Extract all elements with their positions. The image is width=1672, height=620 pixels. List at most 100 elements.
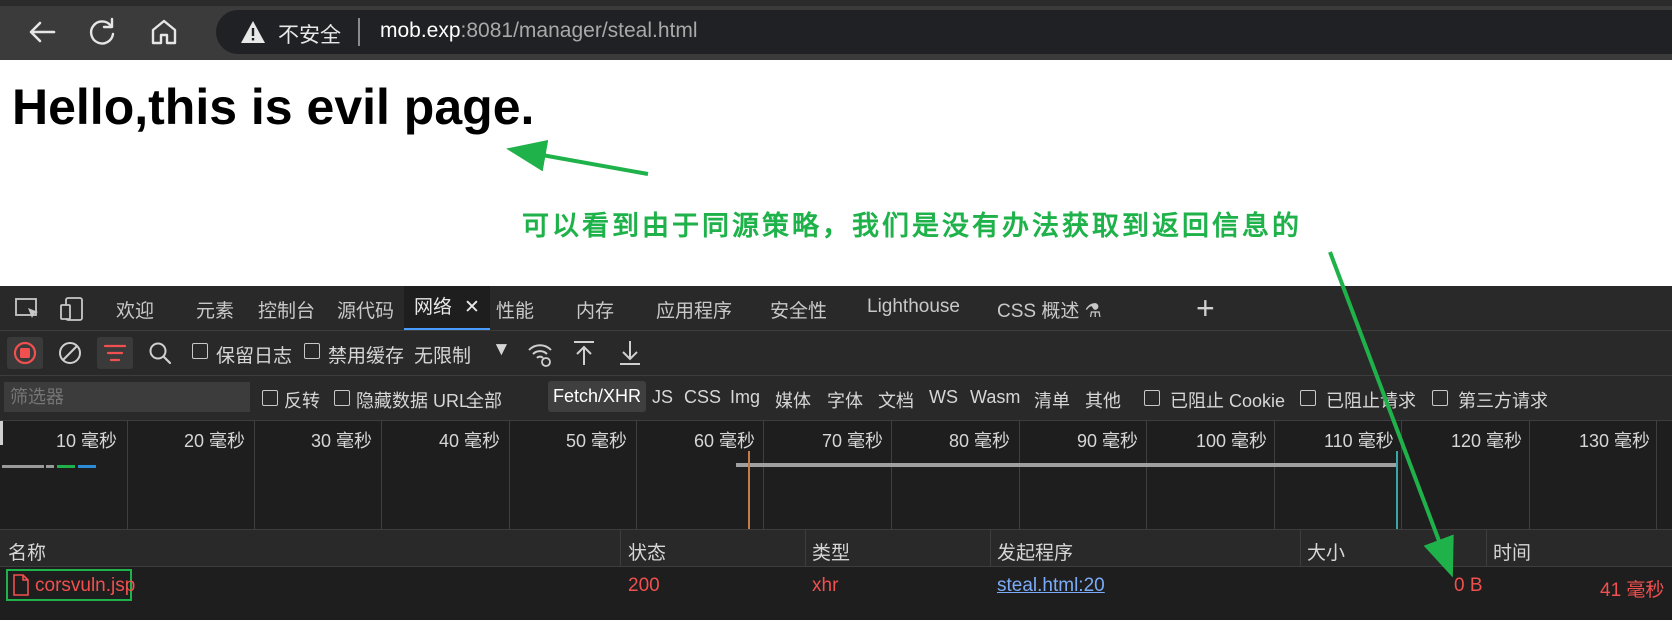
timeline-tick-label: 20 毫秒 bbox=[184, 431, 246, 451]
blocked-cookies-label: 已阻止 Cookie bbox=[1170, 391, 1286, 411]
type-filter-img[interactable]: Img bbox=[730, 387, 760, 408]
url-path: :8081/manager/steal.html bbox=[460, 19, 698, 42]
blocked-requests-label: 已阻止请求 bbox=[1326, 391, 1416, 411]
column-header-type[interactable]: 类型 bbox=[812, 538, 850, 565]
device-toolbar-icon[interactable] bbox=[58, 296, 86, 322]
tab-console[interactable]: 控制台 bbox=[258, 296, 315, 323]
type-filter-manifest[interactable]: 清单 bbox=[1034, 387, 1070, 413]
type-filter-ws[interactable]: WS bbox=[929, 387, 958, 408]
timeline-gridline bbox=[1019, 421, 1020, 529]
column-header-size[interactable]: 大小 bbox=[1307, 538, 1345, 565]
third-party-checkbox[interactable] bbox=[1432, 390, 1448, 406]
address-bar[interactable]: 不安全 mob.exp:8081/manager/steal.html bbox=[216, 10, 1672, 54]
tab-performance[interactable]: 性能 bbox=[496, 296, 534, 323]
tab-elements[interactable]: 元素 bbox=[196, 296, 234, 323]
warning-icon[interactable] bbox=[240, 20, 266, 44]
page-heading: Hello,this is evil page. bbox=[12, 79, 535, 135]
timeline-gridline bbox=[891, 421, 892, 529]
timeline-tick-label: 60 毫秒 bbox=[694, 431, 756, 451]
type-filter-fetch-xhr[interactable]: Fetch/XHR bbox=[548, 381, 647, 412]
network-conditions-icon[interactable] bbox=[522, 337, 558, 369]
back-icon[interactable] bbox=[24, 14, 60, 50]
type-filter-doc[interactable]: 文档 bbox=[878, 387, 914, 413]
hide-data-urls-checkbox[interactable] bbox=[334, 390, 350, 406]
url-text[interactable]: mob.exp:8081/manager/steal.html bbox=[380, 19, 698, 43]
column-header-status[interactable]: 状态 bbox=[628, 538, 666, 565]
timeline-gridline bbox=[127, 421, 128, 529]
more-tabs-plus-icon[interactable]: + bbox=[1196, 290, 1215, 327]
close-tab-icon[interactable]: ✕ bbox=[464, 297, 480, 318]
timeline-bar-green bbox=[57, 465, 75, 468]
request-initiator-link[interactable]: steal.html:20 bbox=[997, 575, 1105, 597]
import-har-icon[interactable] bbox=[566, 337, 602, 369]
filter-input[interactable] bbox=[4, 382, 250, 412]
preserve-log-label: 保留日志 bbox=[216, 346, 293, 367]
annotation-text: 可以看到由于同源策略，我们是没有办法获取到返回信息的 bbox=[522, 211, 1302, 242]
type-filter-other[interactable]: 其他 bbox=[1085, 387, 1121, 413]
type-filter-wasm[interactable]: Wasm bbox=[970, 387, 1020, 408]
request-name[interactable]: corsvuln.jsp bbox=[35, 575, 135, 597]
tab-network-label: 网络 bbox=[414, 297, 453, 318]
timeline-tick-label: 10 毫秒 bbox=[56, 431, 118, 451]
disable-cache-checkbox[interactable] bbox=[304, 343, 320, 359]
hide-data-urls-label: 隐藏数据 URL bbox=[356, 391, 470, 411]
timeline-gridline bbox=[763, 421, 764, 529]
network-toolbar: 保留日志 禁用缓存 无限制 ▼ bbox=[0, 331, 1672, 376]
tab-lighthouse[interactable]: Lighthouse bbox=[867, 296, 960, 318]
domcontentloaded-marker bbox=[748, 451, 750, 529]
throttling-select[interactable]: 无限制 bbox=[414, 341, 471, 368]
request-status: 200 bbox=[628, 575, 660, 596]
search-icon[interactable] bbox=[142, 337, 178, 369]
record-stop-icon[interactable] bbox=[7, 337, 43, 369]
column-header-time[interactable]: 时间 bbox=[1493, 538, 1531, 565]
type-filter-media[interactable]: 媒体 bbox=[775, 387, 811, 413]
tab-sources[interactable]: 源代码 bbox=[337, 296, 394, 323]
tab-css-overview[interactable]: CSS 概述 ⚗ bbox=[997, 296, 1102, 323]
timeline-gridline bbox=[509, 421, 510, 529]
filter-icon[interactable] bbox=[97, 337, 133, 369]
type-filter-font[interactable]: 字体 bbox=[827, 387, 863, 413]
tab-memory[interactable]: 内存 bbox=[576, 296, 614, 323]
tab-welcome[interactable]: 欢迎 bbox=[116, 296, 154, 323]
table-row[interactable]: corsvuln.jsp 200 xhr steal.html:20 0 B 4… bbox=[0, 567, 1672, 620]
timeline-tick-label: 90 毫秒 bbox=[1077, 431, 1139, 451]
timeline-gridline bbox=[1401, 421, 1402, 529]
type-filter-all[interactable]: 全部 bbox=[466, 387, 502, 413]
blocked-requests-checkbox[interactable] bbox=[1300, 390, 1316, 406]
timeline-gridline bbox=[381, 421, 382, 529]
timeline-tick-label: 70 毫秒 bbox=[822, 431, 884, 451]
browser-toolbar: 不安全 mob.exp:8081/manager/steal.html bbox=[0, 0, 1672, 60]
export-har-icon[interactable] bbox=[612, 337, 648, 369]
tab-security[interactable]: 安全性 bbox=[770, 296, 827, 323]
type-filter-js[interactable]: JS bbox=[652, 387, 673, 408]
request-type: xhr bbox=[812, 575, 839, 596]
request-table-header: 名称 状态 类型 发起程序 大小 时间 bbox=[0, 530, 1672, 567]
filter-bar: 反转 隐藏数据 URL 全部 Fetch/XHR JS CSS Img 媒体 字… bbox=[0, 376, 1672, 421]
chevron-down-icon[interactable]: ▼ bbox=[492, 339, 511, 361]
timeline-tick-label: 110 毫秒 bbox=[1324, 431, 1394, 451]
reload-icon[interactable] bbox=[84, 14, 120, 50]
tab-application[interactable]: 应用程序 bbox=[656, 296, 732, 323]
file-icon bbox=[13, 574, 29, 596]
timeline-tick-label: 30 毫秒 bbox=[311, 431, 373, 451]
clear-icon[interactable] bbox=[52, 337, 88, 369]
type-filter-css[interactable]: CSS bbox=[684, 387, 721, 408]
timeline-overview[interactable]: 10 毫秒 20 毫秒 30 毫秒 40 毫秒 50 毫秒 60 毫秒 70 毫… bbox=[0, 421, 1672, 530]
invert-checkbox[interactable] bbox=[262, 390, 278, 406]
devtools-tabbar: 欢迎 元素 控制台 源代码 网络 ✕ 性能 内存 应用程序 安全性 Lightho… bbox=[0, 286, 1672, 331]
inspect-element-icon[interactable] bbox=[14, 296, 42, 322]
invert-label: 反转 bbox=[284, 391, 320, 411]
insecure-label[interactable]: 不安全 bbox=[278, 19, 341, 49]
column-header-name[interactable]: 名称 bbox=[8, 538, 46, 565]
timeline-gridline bbox=[1274, 421, 1275, 529]
timeline-gridline bbox=[1656, 421, 1657, 529]
tab-css-overview-label: CSS 概述 bbox=[997, 301, 1080, 322]
timeline-tick-label: 80 毫秒 bbox=[949, 431, 1011, 451]
blocked-cookies-checkbox[interactable] bbox=[1144, 390, 1160, 406]
timeline-gridline bbox=[254, 421, 255, 529]
tab-network[interactable]: 网络 ✕ bbox=[404, 286, 490, 330]
home-icon[interactable] bbox=[146, 14, 182, 50]
preserve-log-checkbox[interactable] bbox=[192, 343, 208, 359]
column-header-initiator[interactable]: 发起程序 bbox=[997, 538, 1073, 565]
load-event-marker bbox=[1396, 451, 1398, 529]
